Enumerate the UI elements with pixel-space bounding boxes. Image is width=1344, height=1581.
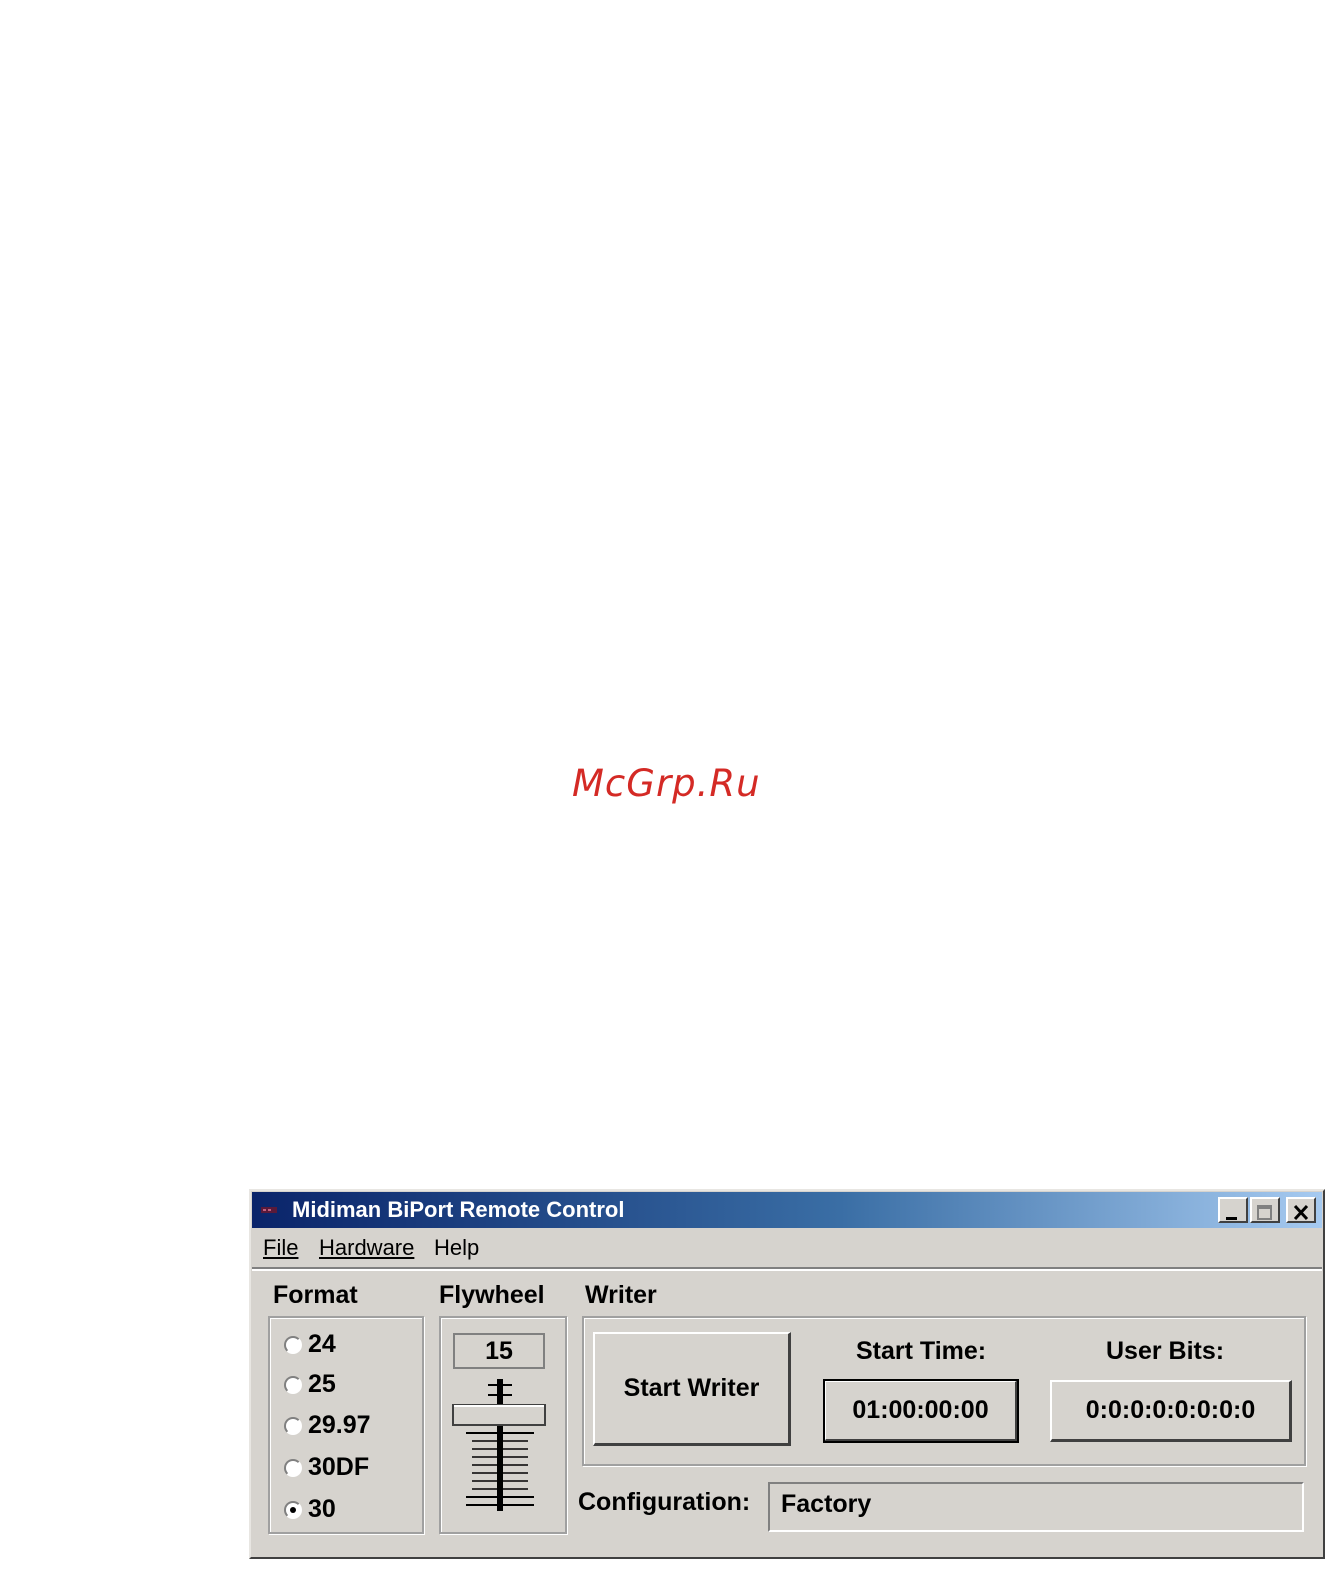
radio-button[interactable] (284, 1458, 302, 1477)
slider-track (466, 1379, 534, 1511)
configuration-field: Factory (768, 1482, 1304, 1532)
format-option-label: 25 (308, 1370, 336, 1398)
close-icon (1293, 1204, 1309, 1221)
menu-file-label: File (263, 1235, 299, 1260)
format-option-29-97[interactable]: 29.97 (284, 1411, 371, 1440)
radio-button[interactable] (284, 1416, 302, 1435)
menu-separator (252, 1267, 1322, 1271)
flywheel-value: 15 (453, 1333, 545, 1369)
format-option-25[interactable]: 25 (284, 1370, 336, 1399)
writer-label: Writer (585, 1281, 657, 1309)
watermark: McGrp.Ru (572, 762, 761, 805)
format-option-30[interactable]: 30 (284, 1495, 336, 1524)
menu-bar: File Hardware Help (252, 1229, 1322, 1267)
title-bar[interactable]: Midiman BiPort Remote Control (252, 1192, 1322, 1228)
radio-button[interactable] (284, 1335, 302, 1354)
menu-help-label: Help (434, 1235, 480, 1260)
user-bits-field[interactable]: 0:0:0:0:0:0:0:0 (1050, 1380, 1292, 1442)
format-label: Format (273, 1281, 358, 1309)
minimize-icon (1226, 1217, 1237, 1220)
start-time-label: Start Time: (856, 1337, 987, 1365)
menu-file[interactable]: File (263, 1235, 298, 1261)
configuration-value: Factory (781, 1490, 872, 1518)
menu-hardware-label: Hardware (319, 1235, 415, 1260)
configuration-label: Configuration: (578, 1488, 751, 1516)
format-option-label: 24 (308, 1330, 336, 1358)
close-button[interactable] (1286, 1197, 1316, 1223)
flywheel-slider[interactable] (450, 1375, 550, 1515)
menu-help[interactable]: Help (434, 1235, 479, 1261)
radio-button[interactable] (284, 1375, 302, 1394)
format-option-label: 30 (308, 1495, 336, 1523)
flywheel-label: Flywheel (439, 1281, 545, 1309)
maximize-icon (1257, 1205, 1272, 1220)
menu-hardware[interactable]: Hardware (319, 1235, 414, 1261)
format-option-label: 30DF (308, 1453, 370, 1481)
maximize-button[interactable] (1250, 1197, 1280, 1223)
app-icon (261, 1207, 277, 1213)
user-bits-label: User Bits: (1106, 1337, 1225, 1365)
radio-button-selected[interactable] (284, 1500, 302, 1519)
window-title: Midiman BiPort Remote Control (292, 1197, 625, 1222)
format-group: 24 25 29.97 30DF 30 (268, 1316, 424, 1534)
format-option-24[interactable]: 24 (284, 1330, 336, 1359)
start-time-field[interactable]: 01:00:00:00 (823, 1379, 1019, 1443)
format-option-30df[interactable]: 30DF (284, 1453, 369, 1482)
slider-thumb[interactable] (452, 1404, 546, 1426)
format-option-label: 29.97 (308, 1411, 371, 1439)
start-writer-button[interactable]: Start Writer (593, 1332, 791, 1446)
minimize-button[interactable] (1218, 1197, 1248, 1223)
